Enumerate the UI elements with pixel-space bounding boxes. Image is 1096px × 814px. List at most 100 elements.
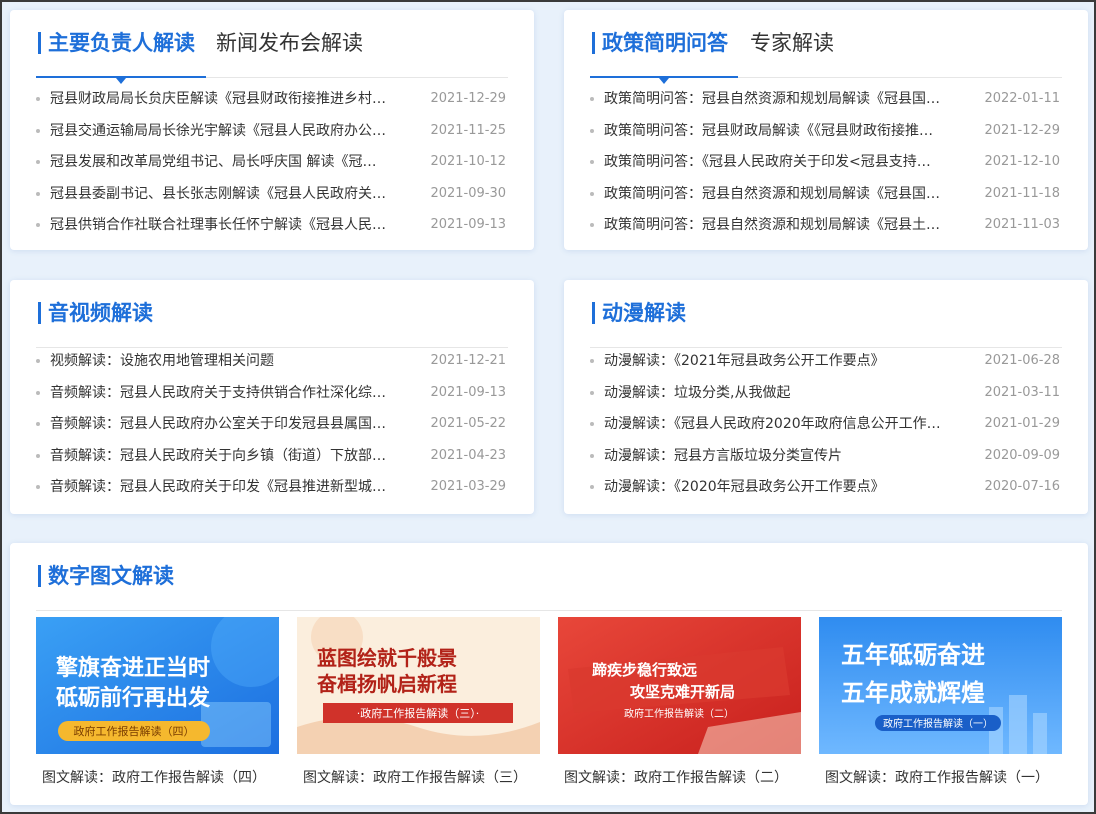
list-item[interactable]: 动漫解读：《2021年冠县政务公开工作要点》 2021-06-28	[590, 350, 1062, 382]
bullet-icon	[36, 97, 40, 101]
main-leader-interpretation-panel: 主要负责人解读 新闻发布会解读 冠县财政局局长贠庆臣解读《冠县财政衔接推进乡村振…	[10, 10, 534, 250]
list-item-date: 2021-10-12	[430, 154, 506, 169]
header-accent-bar	[38, 32, 41, 54]
list-item-date: 2021-12-29	[984, 122, 1060, 138]
thumbnail-image[interactable]: 擎旗奋进正当时 砥砺前行再出发 政府工作报告解读（四）	[36, 617, 279, 754]
list-item-title[interactable]: 政策简明问答：冠县财政局解读《《冠县财政衔接推进》	[604, 120, 944, 142]
tab-policy-qa[interactable]: 政策简明问答	[602, 28, 728, 58]
bullet-icon	[590, 223, 594, 227]
active-tab-indicator	[590, 76, 738, 84]
list-item-date: 2021-05-22	[430, 416, 506, 431]
list-item[interactable]: 政策简明问答：冠县自然资源和规划局解读《冠县国土空间》 2022-01-11	[590, 88, 1062, 120]
news-list: 动漫解读：《2021年冠县政务公开工作要点》 2021-06-28 动漫解读：垃圾…	[590, 350, 1062, 508]
header-accent-bar	[38, 565, 41, 587]
list-item-title[interactable]: 视频解读：设施农用地管理相关问题	[50, 350, 390, 372]
thumbnail-card[interactable]: 五年砥砺奋进 五年成就辉煌 政府工作报告解读（一） 图文解读：政府工作报告解读（…	[819, 617, 1062, 797]
policy-qa-panel: 政策简明问答 专家解读 政策简明问答：冠县自然资源和规划局解读《冠县国土空间》 2…	[564, 10, 1088, 250]
active-tab-indicator	[36, 76, 206, 84]
list-item-title[interactable]: 冠县发展和改革局党组书记、局长呼庆国 解读《冠县》	[50, 151, 390, 173]
thumbnail-card[interactable]: 蹄疾步稳行致远 攻坚克难开新局 政府工作报告解读（二） 图文解读：政府工作报告解…	[558, 617, 801, 797]
list-item-title[interactable]: 冠县财政局局长贠庆臣解读《冠县财政衔接推进乡村振兴》	[50, 88, 390, 110]
bullet-icon	[36, 390, 40, 395]
list-item[interactable]: 冠县交通运输局局长徐光宇解读《冠县人民政府办公室关于》 2021-11-25	[36, 120, 508, 152]
list-item[interactable]: 动漫解读：冠县方言版垃圾分类宣传片 2020-09-09	[590, 445, 1062, 477]
panel-header: 主要负责人解读 新闻发布会解读	[36, 28, 508, 84]
list-item-title[interactable]: 冠县交通运输局局长徐光宇解读《冠县人民政府办公室关于》	[50, 120, 390, 142]
list-item[interactable]: 冠县供销合作社联合社理事长任怀宁解读《冠县人民政府》 2021-09-13	[36, 214, 508, 246]
header-accent-bar	[592, 302, 595, 324]
list-item[interactable]: 音频解读：冠县人民政府办公室关于印发冠县县属国有企业 2021-05-22	[36, 413, 508, 445]
thumb1-line1: 擎旗奋进正当时	[56, 655, 210, 681]
list-item-title[interactable]: 政策简明问答：《冠县人民政府关于印发<冠县支持供销》	[604, 151, 944, 173]
thumbnail-image[interactable]: 蹄疾步稳行致远 攻坚克难开新局 政府工作报告解读（二）	[558, 617, 801, 754]
list-item[interactable]: 政策简明问答：冠县自然资源和规划局解读《冠县国土》 2021-11-18	[590, 183, 1062, 215]
audio-video-panel: 音视频解读 视频解读：设施农用地管理相关问题 2021-12-21 音频解读：冠县…	[10, 280, 534, 514]
bullet-icon	[590, 390, 594, 395]
digital-graphic-panel: 数字图文解读 擎旗奋进正当时 砥砺前行再出发 政府工作报告解读（四） 图文解读：…	[10, 543, 1088, 805]
thumbnail-caption[interactable]: 图文解读：政府工作报告解读（四）	[42, 767, 275, 787]
list-item[interactable]: 音频解读：冠县人民政府关于支持供销合作社深化综合改革 2021-09-13	[36, 382, 508, 414]
thumbnail-caption[interactable]: 图文解读：政府工作报告解读（一）	[825, 767, 1058, 787]
list-item-date: 2021-11-25	[430, 122, 506, 138]
list-item-date: 2020-07-16	[984, 479, 1060, 494]
list-item[interactable]: 动漫解读：《冠县人民政府2020年政府信息公开工作年度报告》 2021-01-29	[590, 413, 1062, 445]
section-title-audio-video[interactable]: 音视频解读	[48, 298, 153, 328]
list-item-date: 2021-01-29	[984, 416, 1060, 431]
list-item[interactable]: 政策简明问答：冠县自然资源和规划局解读《冠县土地》 2021-11-03	[590, 214, 1062, 246]
thumbnail-image[interactable]: 蓝图绘就千般景 奋楫扬帆启新程 ·政府工作报告解读（三）·	[297, 617, 540, 754]
panel-header: 政策简明问答 专家解读	[590, 28, 1062, 84]
thumbnail-card[interactable]: 擎旗奋进正当时 砥砺前行再出发 政府工作报告解读（四） 图文解读：政府工作报告解…	[36, 617, 279, 797]
news-list: 冠县财政局局长贠庆臣解读《冠县财政衔接推进乡村振兴》 2021-12-29 冠县交…	[36, 88, 508, 246]
list-item-title[interactable]: 音频解读：冠县人民政府关于印发《冠县推进新型城镇化》	[50, 476, 390, 498]
list-item-title[interactable]: 音频解读：冠县人民政府关于支持供销合作社深化综合改革	[50, 382, 390, 404]
thumbnail-image[interactable]: 五年砥砺奋进 五年成就辉煌 政府工作报告解读（一）	[819, 617, 1062, 754]
list-item-date: 2021-03-11	[984, 384, 1060, 400]
list-item[interactable]: 音频解读：冠县人民政府关于向乡镇（街道）下放部分权力 2021-04-23	[36, 445, 508, 477]
bullet-icon	[590, 422, 594, 426]
tab-main-leader[interactable]: 主要负责人解读	[48, 28, 195, 58]
list-item[interactable]: 政策简明问答：《冠县人民政府关于印发<冠县支持供销》 2021-12-10	[590, 151, 1062, 183]
news-list: 政策简明问答：冠县自然资源和规划局解读《冠县国土空间》 2022-01-11 政策…	[590, 88, 1062, 246]
section-title-animation[interactable]: 动漫解读	[602, 298, 686, 328]
list-item-date: 2021-12-29	[430, 91, 506, 106]
list-item-title[interactable]: 政策简明问答：冠县自然资源和规划局解读《冠县土地》	[604, 214, 944, 236]
list-item-title[interactable]: 动漫解读：《2020年冠县政务公开工作要点》	[604, 476, 944, 498]
thumbnail-caption[interactable]: 图文解读：政府工作报告解读（三）	[303, 767, 536, 787]
list-item-title[interactable]: 动漫解读：垃圾分类,从我做起	[604, 382, 944, 404]
list-item-date: 2021-09-30	[430, 185, 506, 201]
list-item-date: 2021-09-13	[430, 217, 506, 232]
list-item[interactable]: 冠县发展和改革局党组书记、局长呼庆国 解读《冠县》 2021-10-12	[36, 151, 508, 183]
thumb4-line2: 五年成就辉煌	[841, 679, 985, 707]
list-item-title[interactable]: 动漫解读：《冠县人民政府2020年政府信息公开工作年度报告》	[604, 413, 944, 435]
list-item-title[interactable]: 动漫解读：冠县方言版垃圾分类宣传片	[604, 445, 944, 467]
list-item[interactable]: 冠县县委副书记、县长张志刚解读《冠县人民政府关于》 2021-09-30	[36, 183, 508, 215]
tab-press-conference[interactable]: 新闻发布会解读	[216, 28, 363, 58]
list-item-title[interactable]: 音频解读：冠县人民政府办公室关于印发冠县县属国有企业	[50, 413, 390, 435]
list-item-title[interactable]: 音频解读：冠县人民政府关于向乡镇（街道）下放部分权力	[50, 445, 390, 467]
list-item-title[interactable]: 冠县供销合作社联合社理事长任怀宁解读《冠县人民政府》	[50, 214, 390, 236]
list-item-title[interactable]: 冠县县委副书记、县长张志刚解读《冠县人民政府关于》	[50, 183, 390, 205]
list-item-date: 2021-03-29	[430, 479, 506, 494]
thumb4-tag: 政府工作报告解读（一）	[883, 717, 993, 730]
thumb2-tag: ·政府工作报告解读（三）·	[357, 706, 480, 720]
header-accent-bar	[38, 302, 41, 324]
list-item[interactable]: 政策简明问答：冠县财政局解读《《冠县财政衔接推进》 2021-12-29	[590, 120, 1062, 152]
header-accent-bar	[592, 32, 595, 54]
thumbnail-card[interactable]: 蓝图绘就千般景 奋楫扬帆启新程 ·政府工作报告解读（三）· 图文解读：政府工作报…	[297, 617, 540, 797]
list-item[interactable]: 动漫解读：垃圾分类,从我做起 2021-03-11	[590, 382, 1062, 414]
thumb3-tag: 政府工作报告解读（二）	[624, 707, 734, 720]
list-item-title[interactable]: 政策简明问答：冠县自然资源和规划局解读《冠县国土空间》	[604, 88, 944, 110]
list-item-title[interactable]: 政策简明问答：冠县自然资源和规划局解读《冠县国土》	[604, 183, 944, 205]
thumb2-line2: 奋楫扬帆启新程	[316, 672, 457, 696]
thumb1-line2: 砥砺前行再出发	[56, 685, 211, 711]
tab-expert-interpretation[interactable]: 专家解读	[750, 28, 834, 58]
list-item-title[interactable]: 动漫解读：《2021年冠县政务公开工作要点》	[604, 350, 944, 372]
list-item[interactable]: 视频解读：设施农用地管理相关问题 2021-12-21	[36, 350, 508, 382]
list-item[interactable]: 音频解读：冠县人民政府关于印发《冠县推进新型城镇化》 2021-03-29	[36, 476, 508, 508]
list-item[interactable]: 动漫解读：《2020年冠县政务公开工作要点》 2020-07-16	[590, 476, 1062, 508]
thumbnail-caption[interactable]: 图文解读：政府工作报告解读（二）	[564, 767, 797, 787]
bullet-icon	[590, 485, 594, 489]
bullet-icon	[36, 485, 40, 489]
list-item[interactable]: 冠县财政局局长贠庆臣解读《冠县财政衔接推进乡村振兴》 2021-12-29	[36, 88, 508, 120]
section-title-digital-graphic[interactable]: 数字图文解读	[48, 561, 174, 591]
